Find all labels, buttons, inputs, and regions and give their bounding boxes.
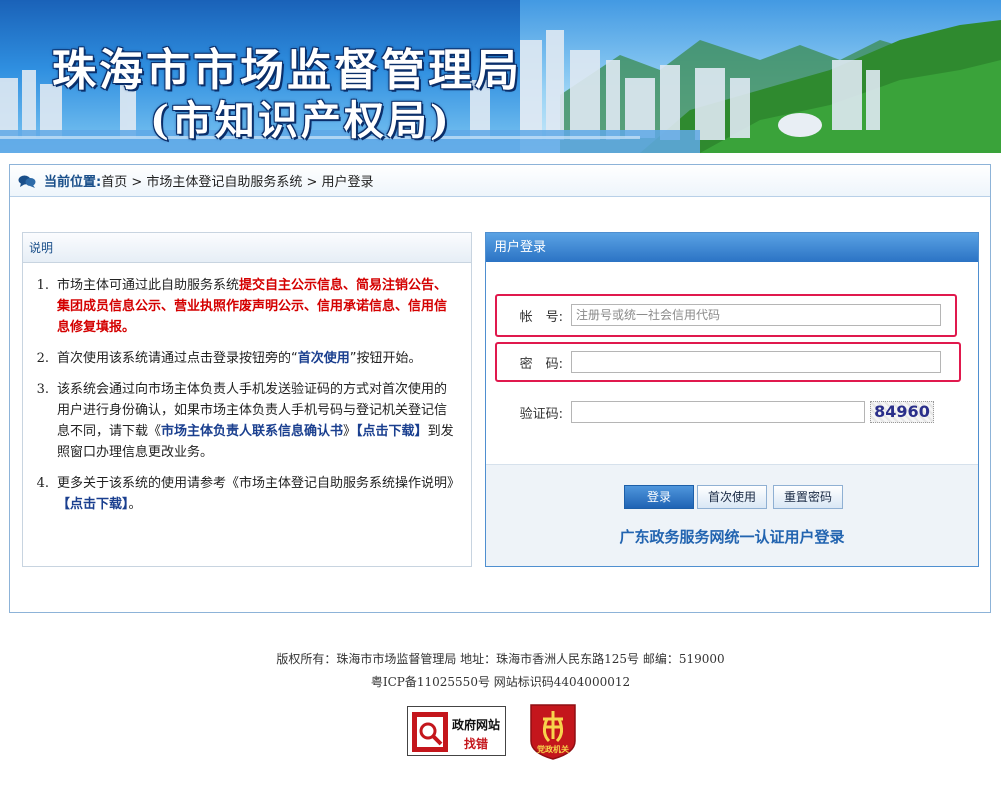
list-text: 市场主体可通过此自助服务系统提交自主公示信息、简易注销公告、集团成员信息公示、营… [57, 275, 457, 338]
login-button[interactable]: 登录 [624, 485, 694, 509]
magnifier-icon [412, 712, 448, 752]
gov-badge-title: 政府网站 [451, 718, 500, 732]
list-item: 3. 该系统会通过向市场主体负责人手机发送验证码的方式对首次使用的用户进行身份确… [31, 379, 457, 463]
text-plain: 。 [128, 497, 142, 512]
chat-bubbles-icon [18, 175, 36, 188]
text-plain: 》 [343, 424, 357, 439]
footer-copyright: 版权所有：珠海市市场监督管理局 地址：珠海市香洲人民东路125号 邮编：5190… [276, 652, 725, 666]
breadcrumb: 当前位置: 首页 > 市场主体登记自助服务系统 > 用户登录 [10, 165, 990, 197]
captcha-image[interactable]: 84960 [870, 401, 934, 423]
breadcrumb-path: 首页 > 市场主体登记自助服务系统 > 用户登录 [101, 175, 374, 190]
confirmation-form-link[interactable]: 市场主体负责人联系信息确认书 [161, 424, 343, 439]
header-banner: 珠海市市场监督管理局 (市知识产权局) [0, 0, 1001, 153]
download-link-manual[interactable]: 【点击下载】 [57, 497, 129, 512]
list-number: 1. [36, 278, 49, 293]
download-link-form[interactable]: 【点击下载】 [356, 424, 428, 439]
instructions-panel: 说明 1. 市场主体可通过此自助服务系统提交自主公示信息、简易注销公告、集团成员… [22, 232, 472, 567]
list-text: 更多关于该系统的使用请参考《市场主体登记自助服务系统操作说明》【点击下载】。 [57, 473, 461, 515]
text-plain: ”按钮开始。 [349, 351, 422, 366]
login-title: 用户登录 [486, 233, 978, 262]
gov-website-error-badge[interactable]: 政府网站 找错 [407, 706, 506, 756]
party-badge-label: 党政机关 [537, 744, 569, 754]
list-item: 1. 市场主体可通过此自助服务系统提交自主公示信息、简易注销公告、集团成员信息公… [31, 275, 457, 338]
text-plain: 首次使用该系统请通过点击登录按钮旁的“ [57, 351, 298, 366]
first-use-button[interactable]: 首次使用 [697, 485, 767, 509]
account-input[interactable] [571, 304, 941, 326]
list-number: 3. [36, 382, 49, 397]
text-plain: 市场主体可通过此自助服务系统 [57, 278, 240, 293]
gov-badge-subtitle: 找错 [463, 737, 488, 751]
list-text: 首次使用该系统请通过点击登录按钮旁的“首次使用”按钮开始。 [57, 348, 457, 369]
text-plain: 更多关于该系统的使用请参考《市场主体登记自助服务系统操作说明》 [57, 476, 461, 491]
footer-icp[interactable]: 粤ICP备11025550号 网站标识码4404000012 [0, 673, 1001, 690]
captcha-row: 验证码: [495, 401, 865, 423]
list-text: 该系统会通过向市场主体负责人手机发送验证码的方式对首次使用的用户进行身份确认，如… [57, 379, 457, 463]
list-number: 2. [36, 351, 49, 366]
party-emblem-icon[interactable]: 党政机关 [527, 701, 579, 761]
list-number: 4. [36, 476, 49, 491]
banner-subtitle: (市知识产权局) [150, 97, 452, 144]
captcha-input[interactable] [571, 401, 865, 423]
gd-unified-login-link[interactable]: 广东政务服务网统一认证用户登录 [486, 526, 978, 547]
account-row: 帐 号: [495, 304, 941, 326]
password-row: 密 码: [495, 351, 941, 373]
login-actions: 登录 首次使用 重置密码 广东政务服务网统一认证用户登录 [486, 464, 978, 566]
instructions-list: 1. 市场主体可通过此自助服务系统提交自主公示信息、简易注销公告、集团成员信息公… [23, 263, 471, 515]
reset-password-button[interactable]: 重置密码 [773, 485, 843, 509]
account-label: 帐 号: [519, 309, 563, 325]
password-label: 密 码: [519, 356, 563, 372]
instructions-title: 说明 [23, 233, 471, 263]
list-item: 2. 首次使用该系统请通过点击登录按钮旁的“首次使用”按钮开始。 [31, 348, 457, 369]
login-panel: 用户登录 帐 号: 密 码: 验证码: 84960 登录 首次使用 重置密码 广… [485, 232, 979, 567]
captcha-label: 验证码: [519, 406, 563, 422]
main-frame: 当前位置: 首页 > 市场主体登记自助服务系统 > 用户登录 说明 1. 市场主… [9, 164, 991, 613]
breadcrumb-label: 当前位置: [44, 175, 102, 190]
login-form: 帐 号: 密 码: 验证码: 84960 [486, 262, 978, 464]
password-input[interactable] [571, 351, 941, 373]
text-highlight-blue: 首次使用 [297, 351, 350, 366]
list-item: 4. 更多关于该系统的使用请参考《市场主体登记自助服务系统操作说明》【点击下载】… [31, 473, 461, 515]
